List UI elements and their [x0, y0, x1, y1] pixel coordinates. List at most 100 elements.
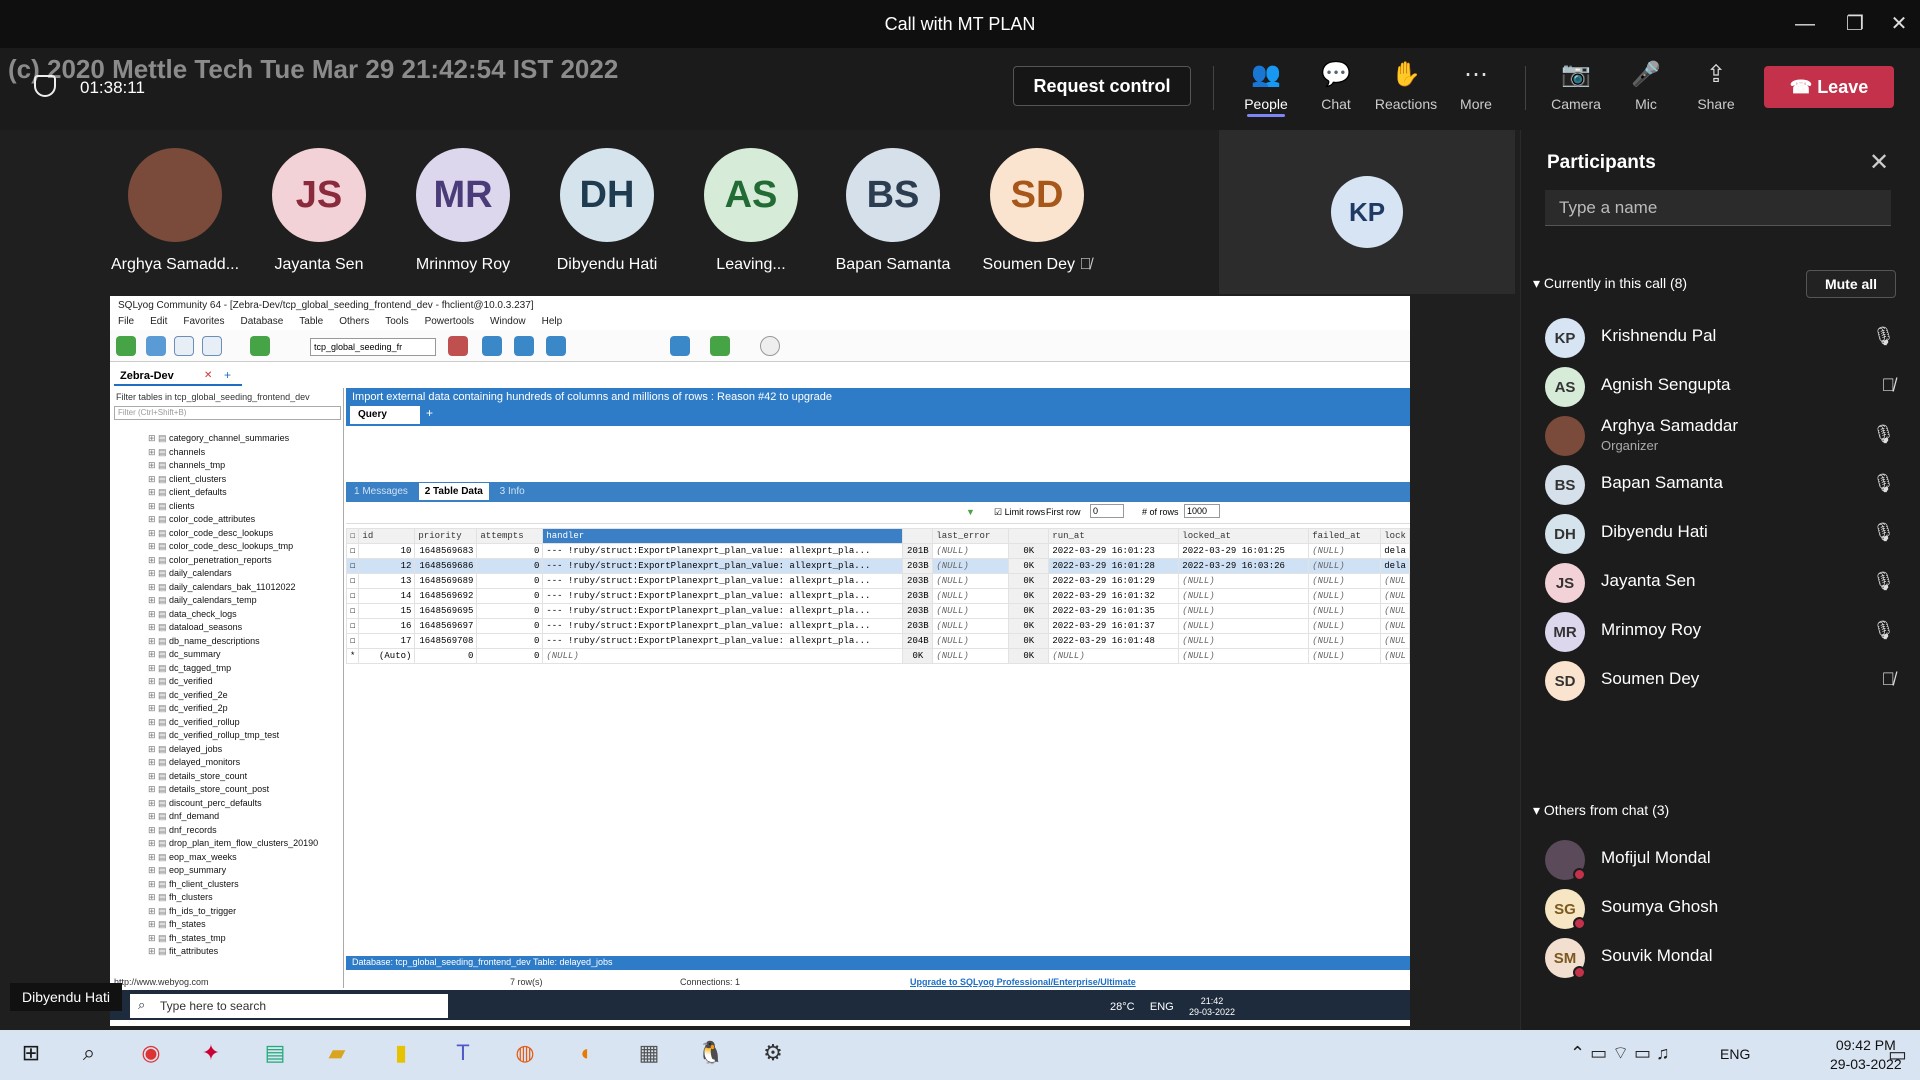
chat-button[interactable]: 💬 Chat	[1303, 60, 1369, 122]
table-cell[interactable]: (NULL)	[1178, 618, 1310, 634]
table-cell[interactable]: 0	[476, 588, 544, 604]
table-cell[interactable]: (NULL)	[1308, 603, 1382, 619]
participant-row[interactable]: Mofijul Mondal	[1545, 838, 1905, 882]
row-checkbox[interactable]: ☐	[345, 558, 360, 574]
column-header[interactable]	[1008, 528, 1050, 544]
execute-all-icon[interactable]	[202, 336, 222, 356]
table-row[interactable]: * (Auto) 0 0 (NULL) 0K (NULL) 0K (NULL) (NULL) (NU…	[345, 648, 1410, 664]
menu-item[interactable]: Help	[542, 316, 563, 327]
column-header[interactable]: attempts	[476, 528, 544, 544]
notification-icon[interactable]: ▭	[1888, 1042, 1907, 1067]
table-tree-item[interactable]: dataload_seasons	[148, 621, 318, 635]
table-cell[interactable]: (NULL)	[932, 543, 1010, 559]
connection-tab[interactable]: Zebra-Dev	[114, 368, 242, 386]
table-tree-item[interactable]: client_defaults	[148, 486, 318, 500]
table-cell[interactable]: 1648569692	[414, 588, 478, 604]
video-tile[interactable]: AS Leaving...	[681, 148, 821, 274]
column-header[interactable]: run_at	[1048, 528, 1180, 544]
table-cell[interactable]: (NULL)	[1178, 633, 1310, 649]
table-tree-item[interactable]: channels	[148, 446, 318, 460]
table-cell[interactable]: 0K	[1008, 618, 1050, 634]
close-tab-icon[interactable]: ✕	[204, 370, 212, 381]
participant-row[interactable]: BS Bapan Samanta 🎙	[1545, 463, 1905, 507]
video-tile[interactable]: BS Bapan Samanta	[823, 148, 963, 274]
table-tree-item[interactable]: dc_verified_2e	[148, 689, 318, 703]
table-tree-item[interactable]: dc_verified_rollup_tmp_test	[148, 729, 318, 743]
column-header[interactable]: id	[358, 528, 416, 544]
table-tree-item[interactable]: eop_summary	[148, 864, 318, 878]
close-window-icon[interactable]: ✕	[1884, 12, 1914, 36]
app-icon[interactable]: ▤	[260, 1040, 290, 1070]
table-tree-item[interactable]: fh_clusters	[148, 891, 318, 905]
table-cell[interactable]: (NUL	[1380, 588, 1410, 604]
table-cell[interactable]: 2022-03-29 16:01:28	[1048, 558, 1180, 574]
row-checkbox[interactable]: *	[345, 648, 360, 664]
column-header[interactable]: priority	[414, 528, 478, 544]
table-cell[interactable]: 1648569708	[414, 633, 478, 649]
table-cell[interactable]: 12	[358, 558, 416, 574]
video-tile[interactable]: MR Mrinmoy Roy	[393, 148, 533, 274]
table-cell[interactable]: --- !ruby/struct:ExportPlanexprt_plan_va…	[542, 588, 904, 604]
table-tree-item[interactable]: color_code_attributes	[148, 513, 318, 527]
rows-input[interactable]: 1000	[1184, 504, 1220, 518]
table-cell[interactable]: (NULL)	[932, 648, 1010, 664]
reload-icon[interactable]	[710, 336, 730, 356]
app-icon[interactable]: ▦	[634, 1040, 664, 1070]
table-cell[interactable]: --- !ruby/struct:ExportPlanexprt_plan_va…	[542, 633, 904, 649]
table-cell[interactable]: 2022-03-29 16:03:26	[1178, 558, 1310, 574]
video-tile[interactable]: Arghya Samadd...	[105, 148, 245, 274]
table-cell[interactable]: 2022-03-29 16:01:35	[1048, 603, 1180, 619]
table-tree-item[interactable]: category_channel_summaries	[148, 432, 318, 446]
table-cell[interactable]: 203B	[902, 618, 934, 634]
menu-item[interactable]: Edit	[150, 316, 167, 327]
table-cell[interactable]: (NUL	[1380, 603, 1410, 619]
menu-item[interactable]: File	[118, 316, 134, 327]
leave-button[interactable]: ☎ Leave	[1764, 66, 1894, 108]
table-tree-item[interactable]: color_penetration_reports	[148, 554, 318, 568]
table-cell[interactable]: (NULL)	[932, 588, 1010, 604]
folder-icon[interactable]: ▰	[322, 1040, 352, 1070]
table-tree-item[interactable]: daily_calendars_bak_11012022	[148, 581, 318, 595]
restore-icon[interactable]: ❐	[1840, 12, 1870, 36]
table-cell[interactable]: 0	[476, 648, 544, 664]
app-icon[interactable]: ✦	[196, 1040, 226, 1070]
table-cell[interactable]: 0K	[1008, 603, 1050, 619]
table-cell[interactable]: 16	[358, 618, 416, 634]
table-tree-item[interactable]: delayed_jobs	[148, 743, 318, 757]
menu-item[interactable]: Table	[299, 316, 323, 327]
table-cell[interactable]: 14	[358, 588, 416, 604]
table-tree-item[interactable]: dc_verified	[148, 675, 318, 689]
more-button[interactable]: ⋯ More	[1443, 60, 1509, 122]
table-tree-item[interactable]: fh_client_clusters	[148, 878, 318, 892]
table-icon[interactable]	[482, 336, 502, 356]
sync-icon[interactable]	[670, 336, 690, 356]
participant-row[interactable]: DH Dibyendu Hati 🎙	[1545, 512, 1905, 556]
table-tree-item[interactable]: channels_tmp	[148, 459, 318, 473]
table-cell[interactable]: 0	[414, 648, 478, 664]
table-tree-item[interactable]: daily_calendars_temp	[148, 594, 318, 608]
table-cell[interactable]: (NUL	[1380, 648, 1410, 664]
request-control-button[interactable]: Request control	[1013, 66, 1191, 106]
table-tree-item[interactable]: dnf_demand	[148, 810, 318, 824]
table-tree-item[interactable]: db_name_descriptions	[148, 635, 318, 649]
tab-info[interactable]: 3 Info	[500, 486, 525, 497]
camera-button[interactable]: 📷 Camera	[1543, 60, 1609, 122]
linux-icon[interactable]: 🐧	[696, 1040, 726, 1070]
table-tree-item[interactable]: dc_tagged_tmp	[148, 662, 318, 676]
table-cell[interactable]: 0K	[1008, 558, 1050, 574]
add-tab-icon[interactable]: +	[224, 368, 231, 382]
database-select[interactable]: tcp_global_seeding_fr	[310, 338, 436, 356]
table-tree-item[interactable]: clients	[148, 500, 318, 514]
column-header[interactable]: last_error	[932, 528, 1010, 544]
table-cell[interactable]: 0K	[902, 648, 934, 664]
table-tree-item[interactable]: fh_ids_to_trigger	[148, 905, 318, 919]
reactions-button[interactable]: ✋ Reactions	[1373, 60, 1439, 122]
table-cell[interactable]: (NULL)	[932, 573, 1010, 589]
participant-row[interactable]: JS Jayanta Sen 🎙	[1545, 561, 1905, 605]
connect-icon[interactable]	[116, 336, 136, 356]
table-row[interactable]: ☐ 16 1648569697 0 --- !ruby/struct:ExportPla…	[345, 618, 1410, 634]
result-grid[interactable]: ☐ id priority attempts handler last_error run_…	[345, 528, 1410, 664]
table-cell[interactable]: (NULL)	[1178, 603, 1310, 619]
table-tree-item[interactable]: color_code_desc_lookups	[148, 527, 318, 541]
table-tree-item[interactable]: delayed_monitors	[148, 756, 318, 770]
